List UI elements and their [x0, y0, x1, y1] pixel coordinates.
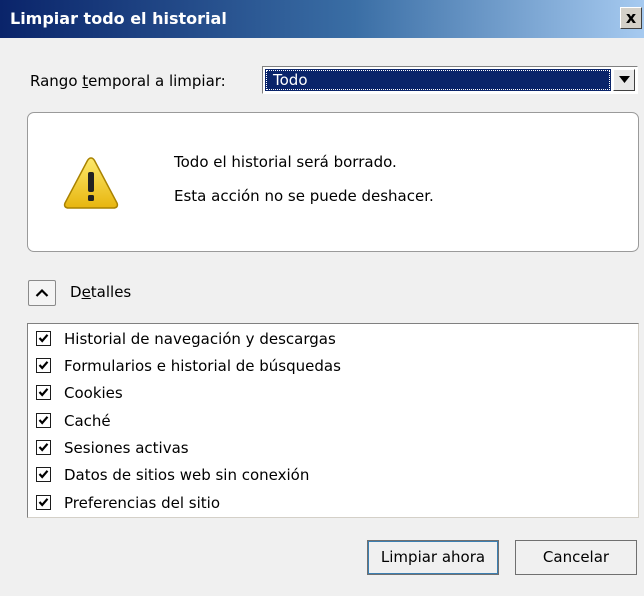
- checkmark-icon: [38, 334, 49, 343]
- item-label: Sesiones activas: [64, 439, 189, 457]
- item-label: Preferencias del sitio: [64, 494, 221, 512]
- checkmark-icon: [38, 361, 49, 370]
- details-label[interactable]: Detalles: [70, 283, 131, 301]
- cancel-button[interactable]: Cancelar: [515, 540, 637, 575]
- details-label-pre: D: [70, 283, 82, 301]
- item-label: Formularios e historial de búsquedas: [64, 357, 341, 375]
- checkbox-browsing-history[interactable]: [36, 331, 51, 346]
- item-label: Datos de sitios web sin conexión: [64, 466, 310, 484]
- time-range-select[interactable]: Todo: [262, 66, 638, 94]
- clear-history-dialog: Limpiar todo el historial x Rango tempor…: [0, 0, 644, 596]
- warning-panel: Todo el historial será borrado. Esta acc…: [27, 112, 639, 252]
- checkmark-icon: [38, 416, 49, 425]
- window-title: Limpiar todo el historial: [10, 9, 227, 28]
- checkbox-site-preferences[interactable]: [36, 495, 51, 510]
- item-label: Historial de navegación y descargas: [64, 330, 336, 348]
- details-label-access-key: e: [81, 283, 91, 301]
- checkmark-icon: [38, 388, 49, 397]
- warning-message-line1: Todo el historial será borrado.: [174, 153, 397, 171]
- checkbox-cache[interactable]: [36, 413, 51, 428]
- clear-now-button[interactable]: Limpiar ahora: [367, 540, 499, 575]
- details-label-post: talles: [90, 283, 132, 301]
- time-range-selected-value: Todo: [273, 71, 308, 89]
- item-label: Cookies: [64, 384, 123, 402]
- checkmark-icon: [38, 470, 49, 479]
- close-icon: x: [625, 8, 637, 27]
- warning-message-line2: Esta acción no se puede deshacer.: [174, 187, 434, 205]
- checkmark-icon: [38, 443, 49, 452]
- checkbox-forms-search[interactable]: [36, 358, 51, 373]
- title-bar[interactable]: Limpiar todo el historial x: [0, 0, 644, 38]
- time-range-dropdown-button[interactable]: [613, 69, 635, 91]
- history-items-list: Historial de navegación y descargas Form…: [27, 323, 639, 518]
- time-range-label-post: emporal a limpiar:: [88, 72, 226, 90]
- checkmark-icon: [38, 498, 49, 507]
- dropdown-arrow-icon: [619, 76, 630, 83]
- time-range-label: Rango temporal a limpiar:: [30, 72, 226, 90]
- item-label: Caché: [64, 412, 111, 430]
- checkbox-cookies[interactable]: [36, 385, 51, 400]
- time-range-label-pre: Rango: [30, 72, 83, 90]
- time-range-selected-box: Todo: [265, 69, 611, 91]
- checkbox-active-sessions[interactable]: [36, 440, 51, 455]
- chevron-up-icon: [35, 288, 49, 297]
- details-toggle-button[interactable]: [28, 280, 56, 306]
- checkbox-offline-data[interactable]: [36, 467, 51, 482]
- close-button[interactable]: x: [620, 7, 642, 29]
- warning-triangle-icon: [63, 157, 119, 209]
